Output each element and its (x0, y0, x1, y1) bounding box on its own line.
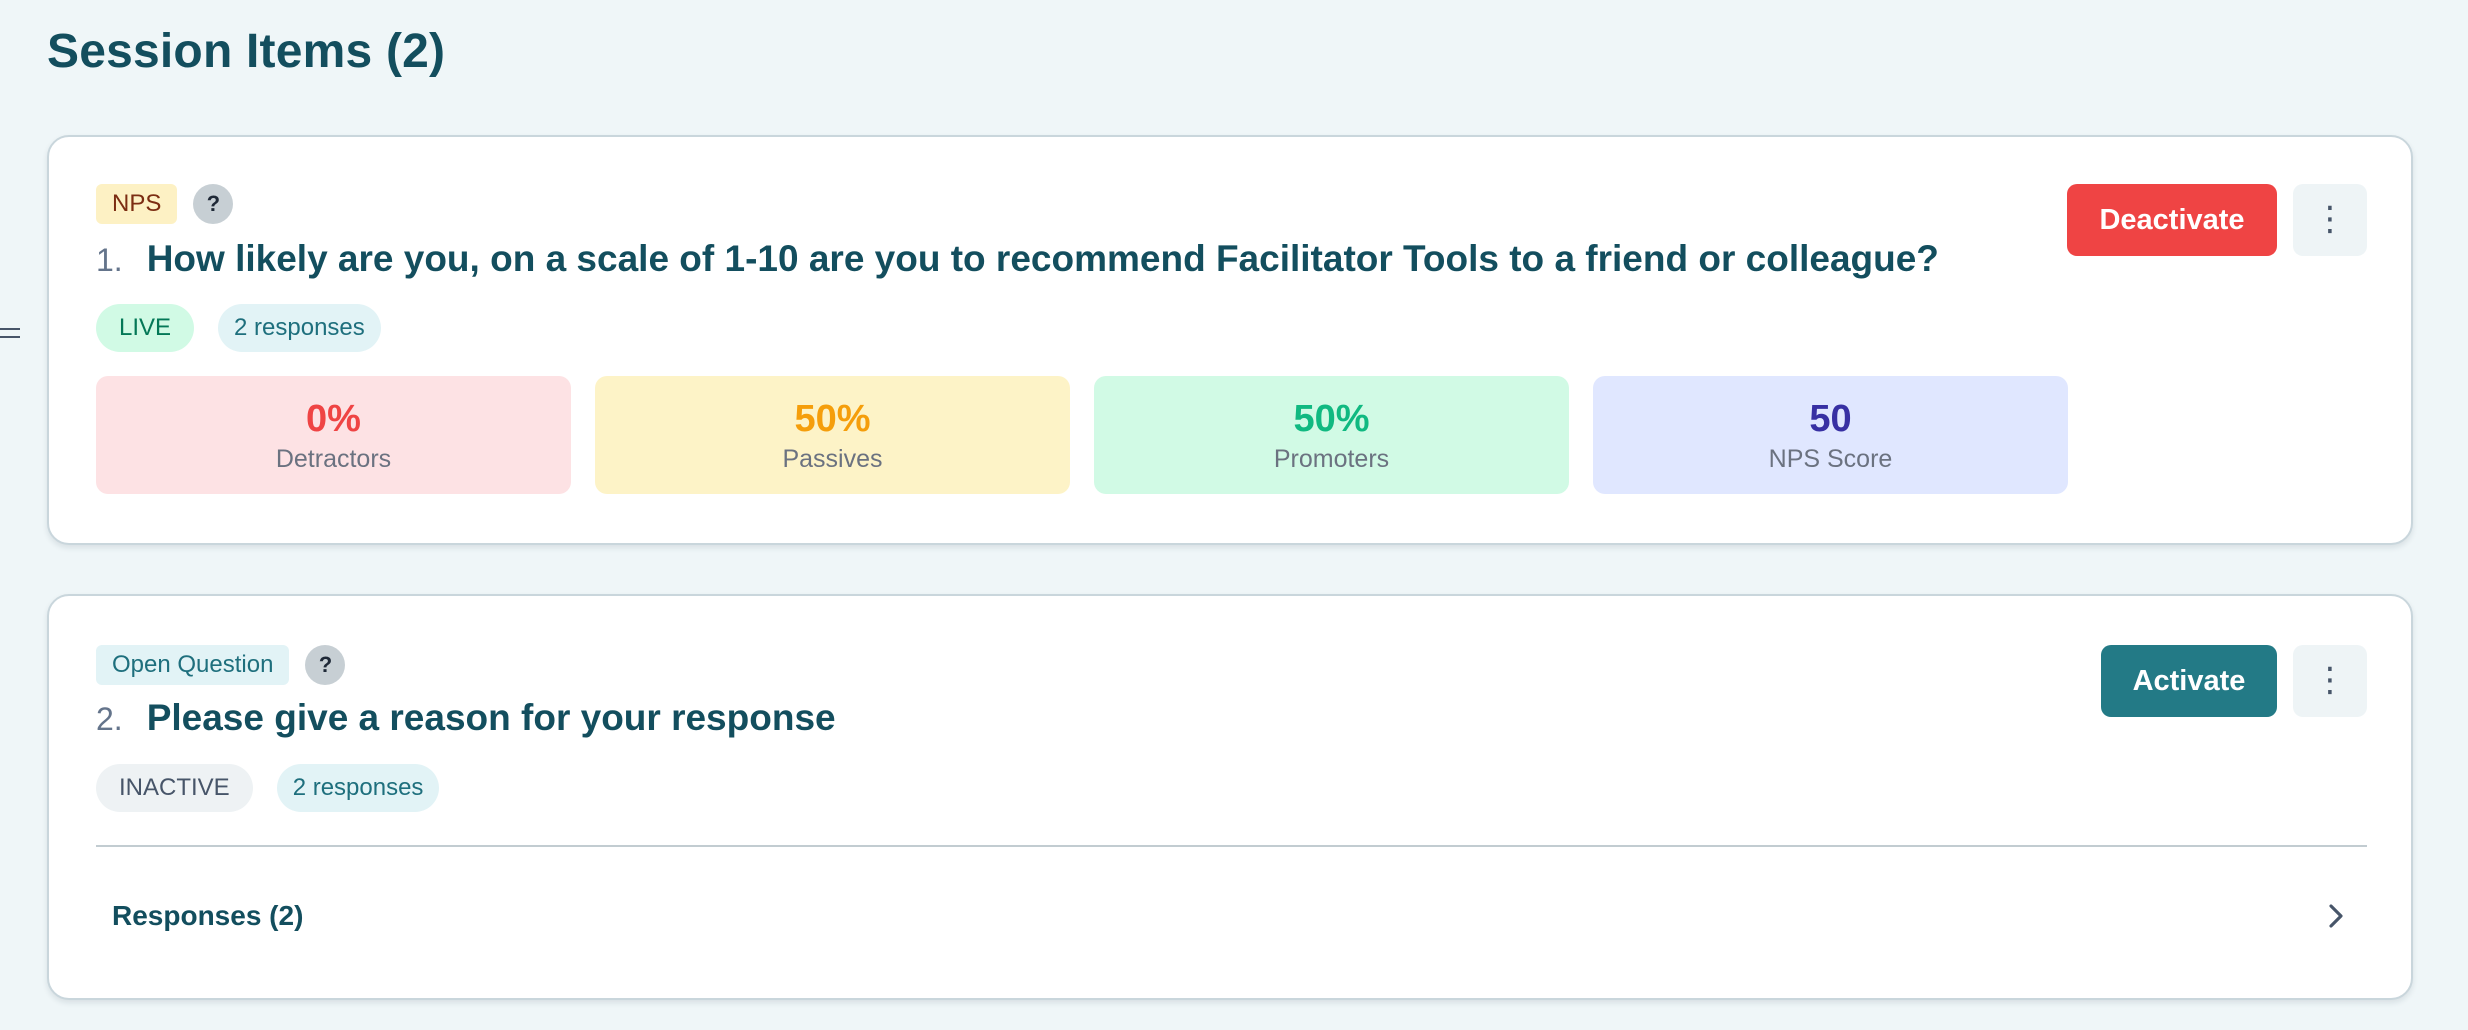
stat-passives: 50% Passives (595, 376, 1070, 494)
item-type-tag: NPS (96, 184, 178, 224)
question-mark-icon[interactable]: ? (193, 184, 234, 224)
question-number: 1. (96, 242, 123, 278)
responses-section-label: Responses (2) (112, 900, 304, 931)
stat-value: 50 (1809, 397, 1852, 440)
question-row: 2. Please give a reason for your respons… (96, 697, 836, 739)
stat-label: Passives (782, 444, 883, 473)
question-text: How likely are you, on a scale of 1-10 a… (146, 238, 1939, 279)
stat-promoters: 50% Promoters (1094, 376, 1569, 494)
vertical-ellipsis-icon[interactable]: ⋮ (2293, 645, 2367, 717)
item-tags: NPS ? (96, 184, 234, 224)
status-badge: INACTIVE (96, 764, 253, 812)
vertical-ellipsis-icon[interactable]: ⋮ (2293, 184, 2367, 256)
stat-value: 50% (794, 397, 871, 440)
stat-value: 50% (1293, 397, 1370, 440)
question-mark-icon[interactable]: ? (305, 645, 346, 685)
question-number: 2. (96, 701, 123, 737)
activate-button[interactable]: Activate (2101, 645, 2277, 717)
responses-count-badge: 2 responses (218, 304, 381, 352)
status-row: INACTIVE 2 responses (96, 764, 440, 812)
chevron-right-icon (2329, 904, 2343, 928)
nps-stats: 0% Detractors 50% Passives 50% Promoters… (96, 376, 2068, 494)
session-item-card-nps: NPS ? 1. How likely are you, on a scale … (47, 135, 2413, 545)
deactivate-button[interactable]: Deactivate (2067, 184, 2277, 256)
page-title: Session Items (2) (47, 25, 446, 78)
status-row: LIVE 2 responses (96, 304, 381, 352)
session-item-card-open-question: Open Question ? 2. Please give a reason … (47, 594, 2413, 1000)
stat-nps-score: 50 NPS Score (1593, 376, 2068, 494)
status-badge: LIVE (96, 304, 195, 352)
responses-count-badge: 2 responses (276, 764, 440, 812)
question-row: 1. How likely are you, on a scale of 1-1… (96, 238, 1939, 280)
stat-label: Promoters (1273, 444, 1390, 473)
item-tags: Open Question ? (96, 645, 346, 685)
stat-label: NPS Score (1768, 444, 1893, 473)
drag-handle-icon[interactable] (0, 328, 20, 346)
item-type-tag: Open Question (96, 645, 290, 685)
responses-toggle[interactable]: Responses (2) (96, 847, 2367, 985)
stat-label: Detractors (275, 444, 392, 473)
question-text: Please give a reason for your response (146, 697, 836, 738)
stat-value: 0% (306, 397, 361, 440)
stat-detractors: 0% Detractors (96, 376, 571, 494)
